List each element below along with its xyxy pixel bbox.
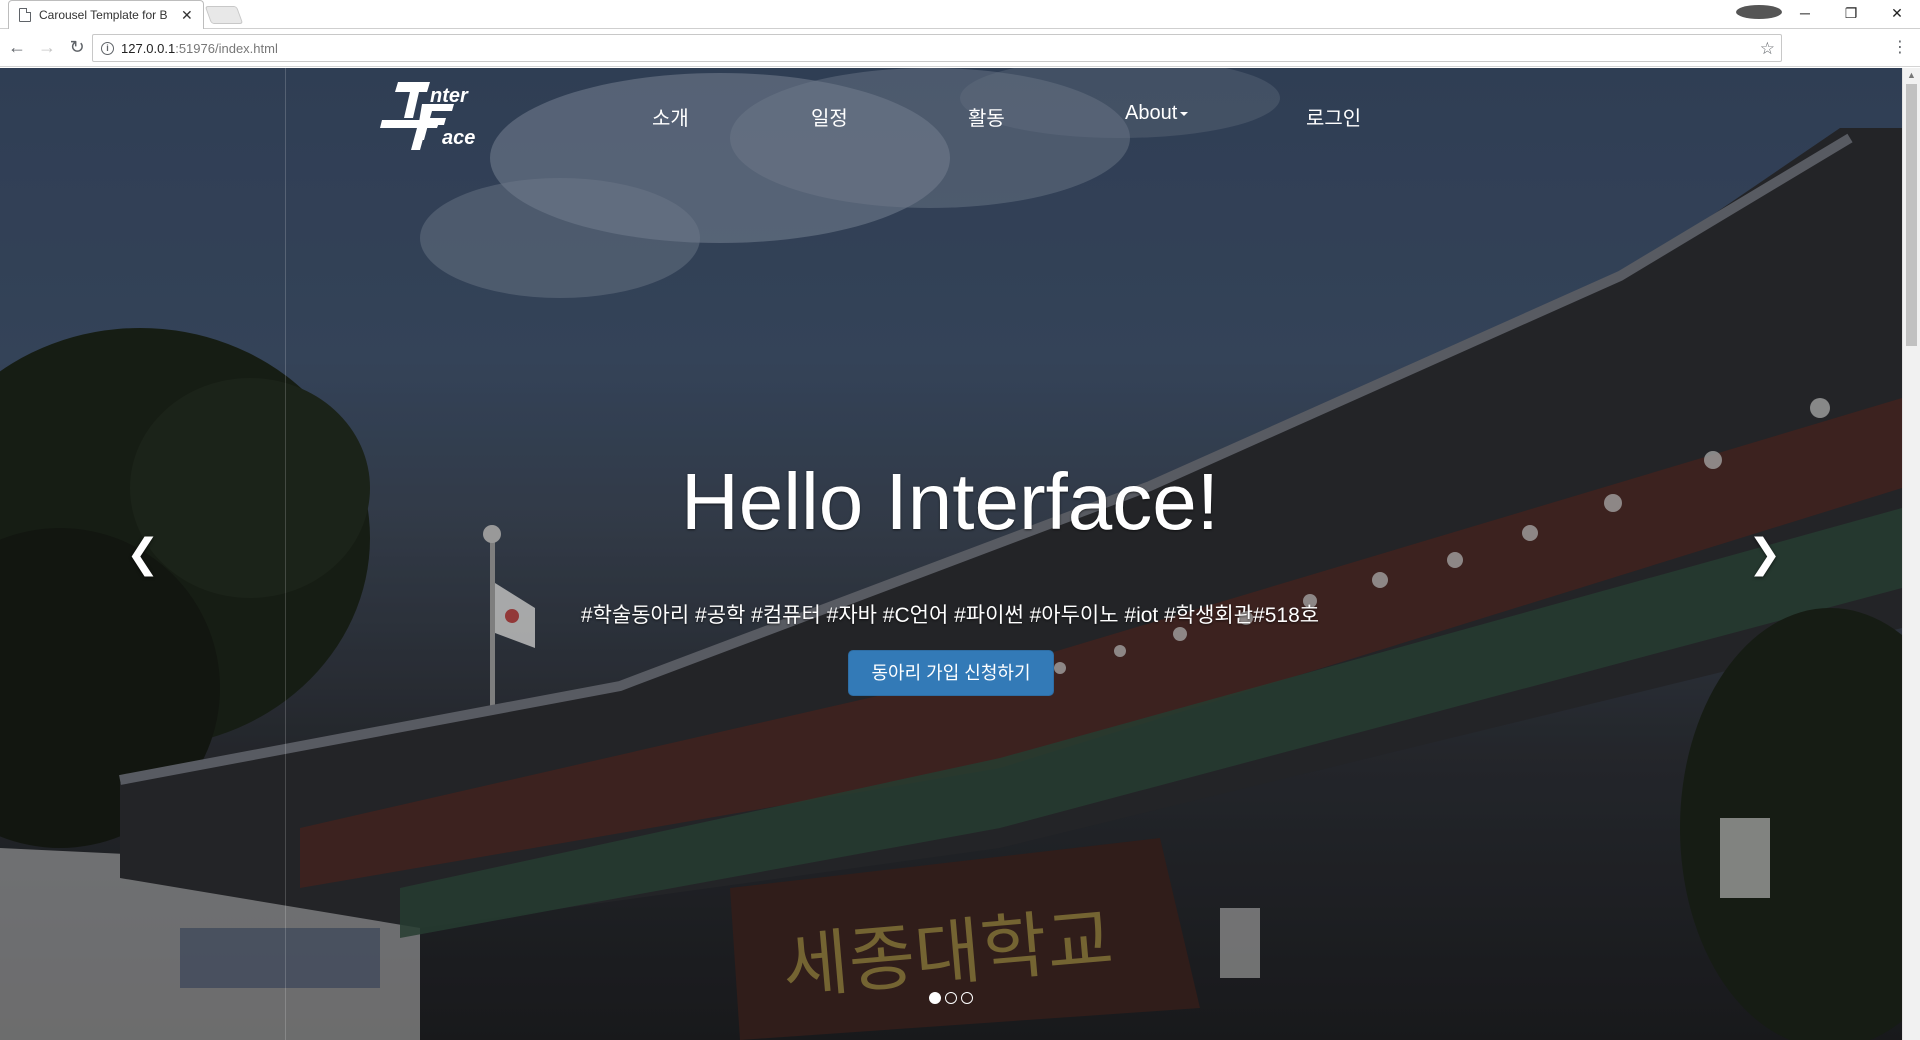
carousel-hashtags: #학술동아리 #공학 #컴퓨터 #자바 #C언어 #파이썬 #아두이노 #iot…: [580, 604, 1320, 627]
nav-item-intro[interactable]: 소개: [652, 102, 689, 131]
window-controls: ─ ❐ ✕: [1736, 0, 1920, 26]
reload-icon[interactable]: ↻: [64, 37, 90, 58]
back-icon[interactable]: ←: [4, 37, 30, 58]
join-club-button[interactable]: 동아리 가입 신청하기: [848, 650, 1054, 696]
bookmark-star-icon[interactable]: ☆: [1760, 39, 1775, 59]
scroll-thumb[interactable]: [1906, 84, 1917, 346]
browser-tabstrip: Carousel Template for B ✕ ─ ❐ ✕: [0, 0, 1920, 29]
page-viewport: 세종대학교 nter ace 소개 일정 활동 About 로그인 Hello …: [0, 68, 1920, 1040]
image-seam: [285, 68, 286, 1040]
carousel-slide: 세종대학교 nter ace 소개 일정 활동 About 로그인 Hello …: [0, 68, 1902, 1040]
vertical-scrollbar[interactable]: ▲: [1902, 68, 1920, 1040]
carousel-indicators: [929, 992, 973, 1004]
nav-item-login[interactable]: 로그인: [1306, 102, 1361, 131]
close-window-icon[interactable]: ✕: [1874, 5, 1920, 22]
browser-tab[interactable]: Carousel Template for B ✕: [8, 0, 204, 29]
info-icon[interactable]: i: [101, 41, 114, 55]
address-bar[interactable]: i 127.0.0.1:51976/index.html ☆: [92, 34, 1782, 62]
restore-icon[interactable]: ❐: [1828, 5, 1874, 22]
carousel-headline: Hello Interface!: [680, 457, 1220, 546]
close-tab-icon[interactable]: ✕: [181, 7, 193, 24]
page-icon: [19, 8, 31, 22]
url-text: 127.0.0.1:51976/index.html: [121, 40, 278, 56]
browser-menu-icon[interactable]: ⋮: [1892, 37, 1908, 57]
minimize-icon[interactable]: ─: [1782, 5, 1828, 21]
scroll-up-icon[interactable]: ▲: [1907, 70, 1916, 80]
nav-item-activities[interactable]: 활동: [968, 102, 1005, 131]
carousel-indicator-1[interactable]: [929, 992, 941, 1004]
chevron-left-icon[interactable]: ❮: [126, 534, 160, 574]
nav-item-about-dropdown[interactable]: About: [1125, 102, 1188, 125]
nav-item-schedule[interactable]: 일정: [811, 102, 848, 131]
tab-title: Carousel Template for B: [39, 8, 168, 22]
new-tab-button[interactable]: [204, 6, 244, 24]
carousel-indicator-2[interactable]: [945, 992, 957, 1004]
main-nav: 소개 일정 활동 About 로그인: [0, 102, 1900, 132]
carousel-indicator-3[interactable]: [961, 992, 973, 1004]
profile-icon[interactable]: [1736, 4, 1782, 22]
browser-toolbar: ← → ↻ i 127.0.0.1:51976/index.html ☆ ⋮: [0, 29, 1920, 67]
chevron-right-icon[interactable]: ❯: [1748, 534, 1782, 574]
nav-item-about-label: About: [1125, 102, 1178, 124]
forward-icon[interactable]: →: [34, 37, 60, 58]
